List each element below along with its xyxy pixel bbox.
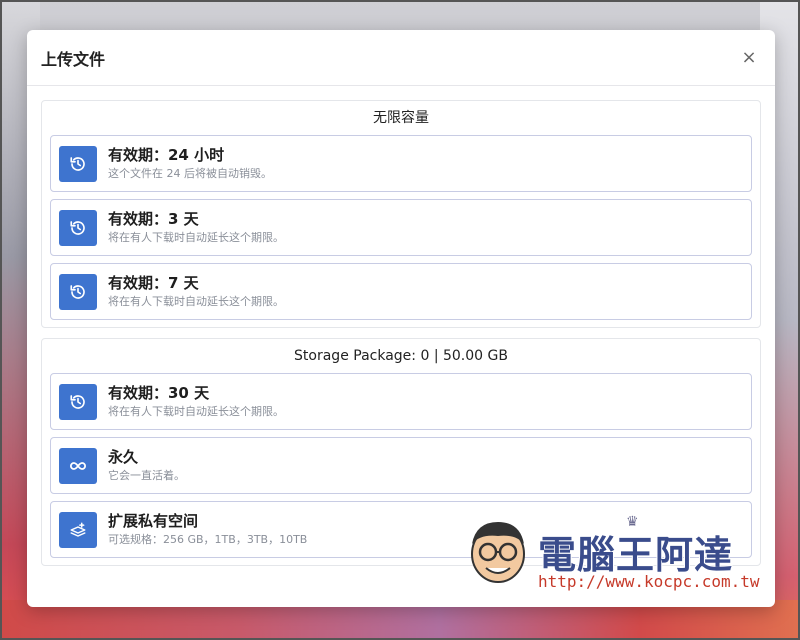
close-button[interactable]: ×	[737, 46, 761, 70]
option-30-days[interactable]: 有效期：30 天 将在有人下载时自动延长这个期限。	[50, 373, 752, 430]
group-unlimited: 无限容量 有效期：24 小时 这个文件在 24 后将被自动销毁。 有效期：3 天…	[41, 100, 761, 328]
option-desc: 可选规格：256 GB，1TB，3TB，10TB	[108, 532, 308, 546]
option-desc: 这个文件在 24 后将被自动销毁。	[108, 166, 272, 180]
history-icon	[59, 209, 97, 246]
group-storage-package: Storage Package: 0 | 50.00 GB 有效期：30 天 将…	[41, 338, 761, 566]
group-title: Storage Package: 0 | 50.00 GB	[294, 348, 508, 364]
history-icon	[59, 145, 97, 182]
option-title: 有效期：3 天	[108, 209, 199, 228]
option-title: 有效期：7 天	[108, 273, 199, 292]
option-title: 有效期：30 天	[108, 383, 210, 402]
option-desc: 它会一直活着。	[108, 468, 185, 482]
layers-plus-icon	[59, 511, 97, 548]
modal-title: 上传文件	[41, 49, 106, 69]
group-title: 无限容量	[373, 110, 429, 126]
option-title: 有效期：24 小时	[108, 145, 225, 164]
modal-body: 无限容量 有效期：24 小时 这个文件在 24 后将被自动销毁。 有效期：3 天…	[27, 86, 775, 566]
option-7-days[interactable]: 有效期：7 天 将在有人下载时自动延长这个期限。	[50, 263, 752, 320]
option-desc: 将在有人下载时自动延长这个期限。	[108, 294, 284, 308]
option-desc: 将在有人下载时自动延长这个期限。	[108, 404, 284, 418]
option-desc: 将在有人下载时自动延长这个期限。	[108, 230, 284, 244]
option-24-hours[interactable]: 有效期：24 小时 这个文件在 24 后将被自动销毁。	[50, 135, 752, 192]
option-3-days[interactable]: 有效期：3 天 将在有人下载时自动延长这个期限。	[50, 199, 752, 256]
option-title: 扩展私有空间	[108, 511, 199, 530]
history-icon	[59, 273, 97, 310]
infinity-icon	[59, 447, 97, 484]
upload-modal: 上传文件 × 无限容量 有效期：24 小时 这个文件在 24 后将被自动销毁。	[27, 30, 775, 607]
option-expand-private-space[interactable]: 扩展私有空间 可选规格：256 GB，1TB，3TB，10TB	[50, 501, 752, 558]
history-icon	[59, 383, 97, 420]
option-permanent[interactable]: 永久 它会一直活着。	[50, 437, 752, 494]
modal-header: 上传文件 ×	[27, 30, 775, 86]
option-title: 永久	[108, 447, 139, 466]
